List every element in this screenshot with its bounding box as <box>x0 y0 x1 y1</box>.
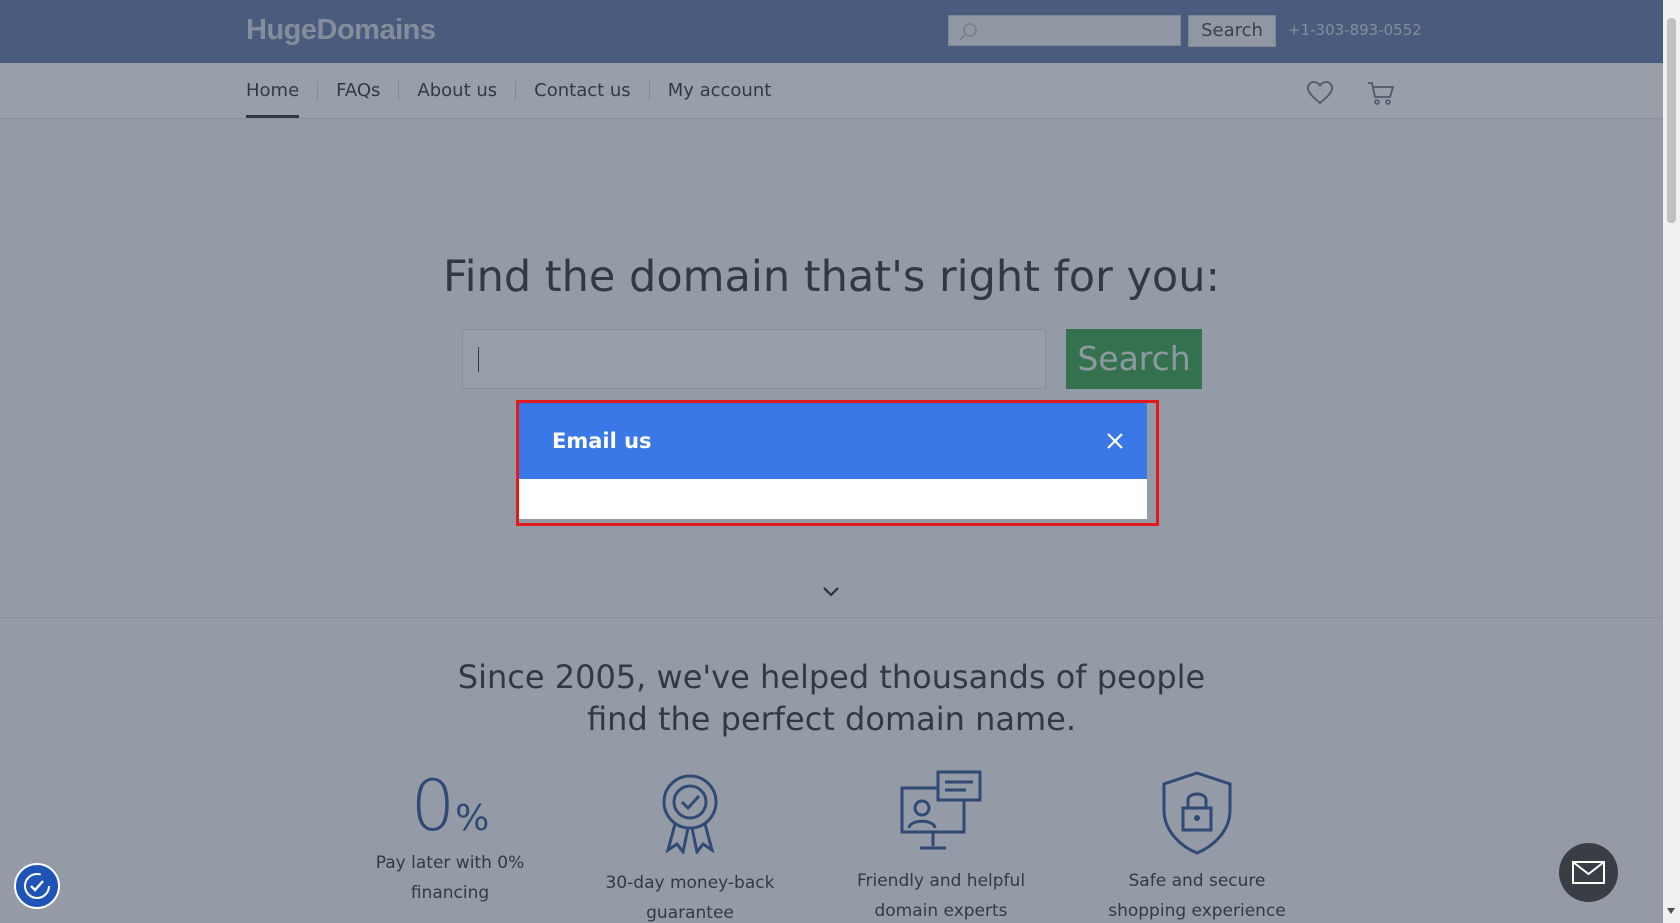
close-icon[interactable] <box>1106 432 1124 450</box>
modal-title: Email us <box>552 429 652 453</box>
vertical-scrollbar[interactable] <box>1663 0 1680 923</box>
email-chat-button[interactable] <box>1559 843 1618 902</box>
accessibility-icon <box>24 873 50 899</box>
email-us-modal-body <box>519 479 1147 519</box>
envelope-icon <box>1572 861 1605 884</box>
scroll-down-arrow-icon[interactable] <box>1667 908 1675 914</box>
scrollbar-thumb[interactable] <box>1667 18 1676 223</box>
page: HugeDomains Search +1-303-893-0552 Home … <box>0 0 1663 923</box>
accessibility-button[interactable] <box>14 863 60 909</box>
email-us-modal-header: Email us <box>519 403 1147 479</box>
